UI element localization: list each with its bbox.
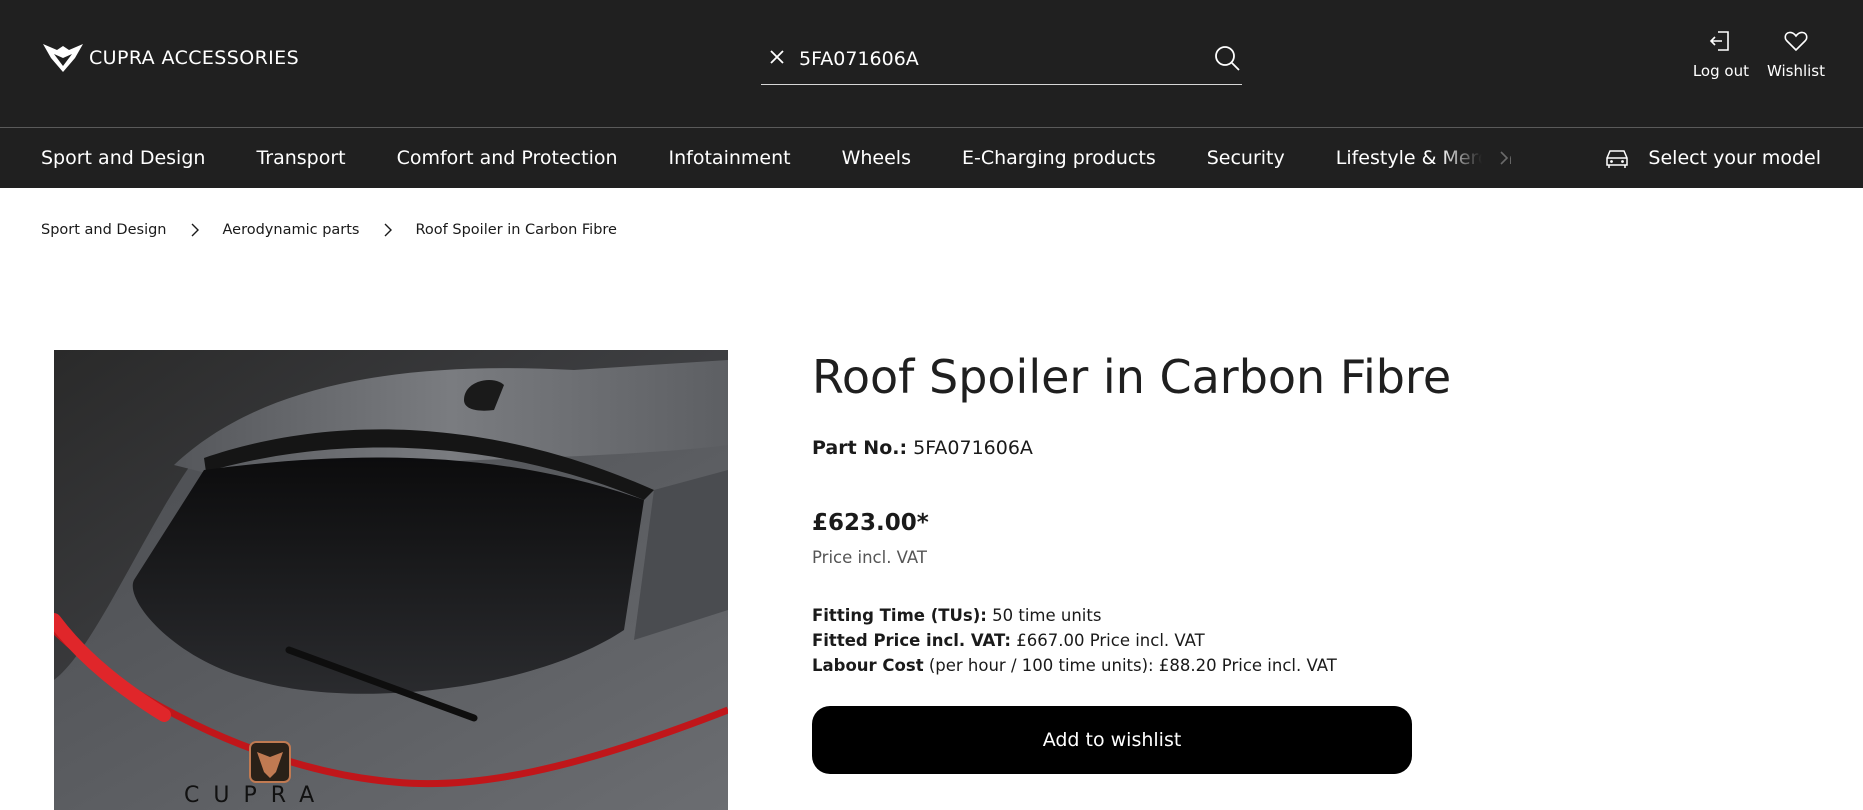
add-to-wishlist-button[interactable]: Add to wishlist [812, 706, 1412, 774]
cupra-logo-icon [43, 44, 83, 72]
logout-icon [1709, 31, 1729, 51]
search-icon[interactable] [1212, 43, 1242, 73]
logo-text: CUPRA ACCESSORIES [89, 47, 300, 69]
cupra-logo[interactable]: CUPRA ACCESSORIES [41, 40, 299, 76]
nav-item-security[interactable]: Security [1207, 147, 1285, 169]
heart-icon [1784, 31, 1808, 52]
fitted-price-row: Fitted Price incl. VAT: £667.00 Price in… [812, 628, 1337, 653]
breadcrumb-item[interactable]: Sport and Design [41, 222, 167, 238]
product-price: £623.00* [812, 510, 929, 536]
chevron-right-icon [384, 223, 392, 237]
product-title: Roof Spoiler in Carbon Fibre [812, 350, 1452, 404]
main-nav: Sport and Design Transport Comfort and P… [0, 128, 1863, 188]
nav-item-infotainment[interactable]: Infotainment [669, 147, 791, 169]
fitted-price-label: Fitted Price incl. VAT: [812, 631, 1011, 650]
part-number: Part No.: 5FA071606A [812, 437, 1033, 459]
fitting-details: Fitting Time (TUs): 50 time units Fitted… [812, 603, 1337, 678]
nav-item-wheels[interactable]: Wheels [842, 147, 911, 169]
breadcrumb-current: Roof Spoiler in Carbon Fibre [415, 222, 617, 238]
search-bar [761, 40, 1242, 85]
select-model-label: Select your model [1648, 147, 1821, 169]
chevron-right-icon [191, 223, 199, 237]
fitting-time-label: Fitting Time (TUs): [812, 606, 987, 625]
nav-items: Sport and Design Transport Comfort and P… [41, 128, 1511, 188]
labour-cost-row: Labour Cost (per hour / 100 time units):… [812, 653, 1337, 678]
fitting-time-row: Fitting Time (TUs): 50 time units [812, 603, 1337, 628]
nav-item-transport[interactable]: Transport [256, 147, 345, 169]
part-number-label: Part No.: [812, 437, 908, 459]
close-icon[interactable] [766, 46, 788, 68]
part-number-value: 5FA071606A [913, 437, 1033, 459]
labour-cost-value: (per hour / 100 time units): £88.20 Pric… [928, 656, 1337, 675]
product-image[interactable]: CUPRA [54, 350, 728, 810]
nav-item-e-charging[interactable]: E-Charging products [962, 147, 1156, 169]
select-model-button[interactable]: Select your model [1604, 128, 1821, 188]
chevron-right-icon[interactable] [1497, 147, 1511, 169]
user-actions: Log out Wishlist [1693, 28, 1825, 80]
wishlist-label: Wishlist [1766, 62, 1825, 80]
logout-button[interactable]: Log out [1693, 28, 1749, 80]
labour-cost-label: Labour Cost [812, 656, 924, 675]
nav-item-sport-and-design[interactable]: Sport and Design [41, 147, 205, 169]
nav-item-comfort-and-protection[interactable]: Comfort and Protection [397, 147, 618, 169]
car-rear-photo: CUPRA [54, 350, 728, 810]
car-icon [1606, 150, 1629, 168]
fitted-price-value: £667.00 Price incl. VAT [1016, 631, 1205, 650]
site-header: CUPRA ACCESSORIES Log out Wishlist [0, 0, 1863, 127]
wishlist-button[interactable]: Wishlist [1767, 28, 1825, 80]
breadcrumb-item[interactable]: Aerodynamic parts [223, 222, 360, 238]
price-note: Price incl. VAT [812, 548, 928, 567]
svg-text:CUPRA: CUPRA [184, 783, 328, 808]
logout-label: Log out [1692, 62, 1749, 80]
breadcrumb: Sport and Design Aerodynamic parts Roof … [41, 222, 617, 238]
fitting-time-value: 50 time units [992, 606, 1102, 625]
search-input[interactable] [799, 42, 1179, 76]
